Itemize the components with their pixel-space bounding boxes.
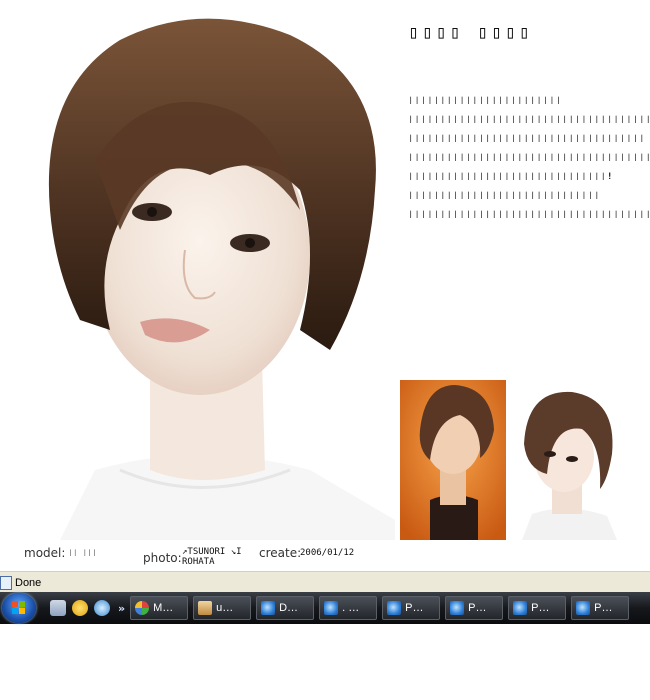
ie-icon [261,601,276,615]
thumbnail-photo-1[interactable] [400,380,506,540]
taskbar-item[interactable]: P… [508,596,567,620]
taskbar-item-label: P… [594,602,613,614]
taskbar-item[interactable]: M… [130,596,189,620]
taskbar-item[interactable]: u… [193,596,252,620]
create-label: create: [259,546,302,560]
photographer-name-line2: ROHATA [182,557,215,567]
browser-globe-icon [135,601,150,615]
taskbar-item-label: M… [153,602,174,614]
hero-photo [0,0,395,540]
windows-logo-icon [12,601,25,614]
taskbar: » M… u… D… . … P… P… P… P… [0,592,650,624]
photo-credits: model: ❘❘ ❘❘❘ photo: ↗TSUNORI ↘I ROHATA … [0,545,650,569]
article-line: ❘❘❘❘❘❘❘❘❘❘❘❘❘❘❘❘❘❘❘❘❘❘❘❘ [408,96,563,106]
page-icon [0,575,12,590]
model-value: ❘❘ ❘❘❘ [68,548,97,557]
ie-icon [387,601,402,615]
article-line: ❘❘❘❘❘❘❘❘❘❘❘❘❘❘❘❘❘❘❘❘❘❘❘❘❘❘❘❘❘❘❘❘❘❘❘❘❘❘❘❘… [408,210,650,220]
taskbar-item[interactable]: P… [571,596,630,620]
article-line: ❘❘❘❘❘❘❘❘❘❘❘❘❘❘❘❘❘❘❘❘❘❘❘❘❘❘❘❘❘❘❘! [408,172,614,182]
quick-launch: » [50,600,125,616]
photographer-name-line1: ↗TSUNORI ↘I [182,547,242,557]
article-line: ❘❘❘❘❘❘❘❘❘❘❘❘❘❘❘❘❘❘❘❘❘❘❘❘❘❘❘❘❘❘ [408,191,601,201]
article-line: ❘❘❘❘❘❘❘❘❘❘❘❘❘❘❘❘❘❘❘❘❘❘❘❘❘❘❘❘❘❘❘❘❘❘❘❘❘❘❘❘… [408,153,650,163]
browser-status-bar: Done [0,571,650,593]
taskbar-item-label: P… [531,602,550,614]
taskbar-item[interactable]: . … [319,596,378,620]
taskbar-item[interactable]: P… [382,596,441,620]
uploader-icon [198,601,213,615]
article-line: ❘❘❘❘❘❘❘❘❘❘❘❘❘❘❘❘❘❘❘❘❘❘❘❘❘❘❘❘❘❘❘❘❘❘❘❘❘ [408,134,646,144]
ie-icon [324,601,339,615]
article-line: ❘❘❘❘❘❘❘❘❘❘❘❘❘❘❘❘❘❘❘❘❘❘❘❘❘❘❘❘❘❘❘❘❘❘❘❘❘❘❘❘… [408,115,650,125]
taskbar-item-label: . … [342,602,360,614]
ie-icon [513,601,528,615]
messenger-icon[interactable] [94,600,110,616]
taskbar-item[interactable]: P… [445,596,504,620]
photo-value: ↗TSUNORI ↘I ROHATA [182,547,242,567]
clock-icon[interactable] [72,600,88,616]
article-body: ❘❘❘❘❘❘❘❘❘❘❘❘❘❘❘❘❘❘❘❘❘❘❘❘ ❘❘❘❘❘❘❘❘❘❘❘❘❘❘❘… [408,92,650,225]
photo-label: photo: [143,551,182,565]
taskbar-item-label: D… [279,602,299,614]
taskbar-item-label: P… [405,602,424,614]
thumbnail-photo-2[interactable] [512,384,622,540]
taskbar-item[interactable]: D… [256,596,315,620]
article-title: ▯▯▯▯ ▯▯▯▯ [408,22,533,43]
quick-launch-overflow-icon[interactable]: » [118,602,125,615]
ie-icon [450,601,465,615]
ie-icon [576,601,591,615]
model-label: model: [24,546,66,560]
taskbar-item-label: u… [216,602,234,614]
show-desktop-icon[interactable] [50,600,66,616]
start-button[interactable] [2,593,36,623]
taskbar-item-label: P… [468,602,487,614]
status-text: Done [15,576,42,589]
create-date: 2006/01/12 [300,548,355,558]
